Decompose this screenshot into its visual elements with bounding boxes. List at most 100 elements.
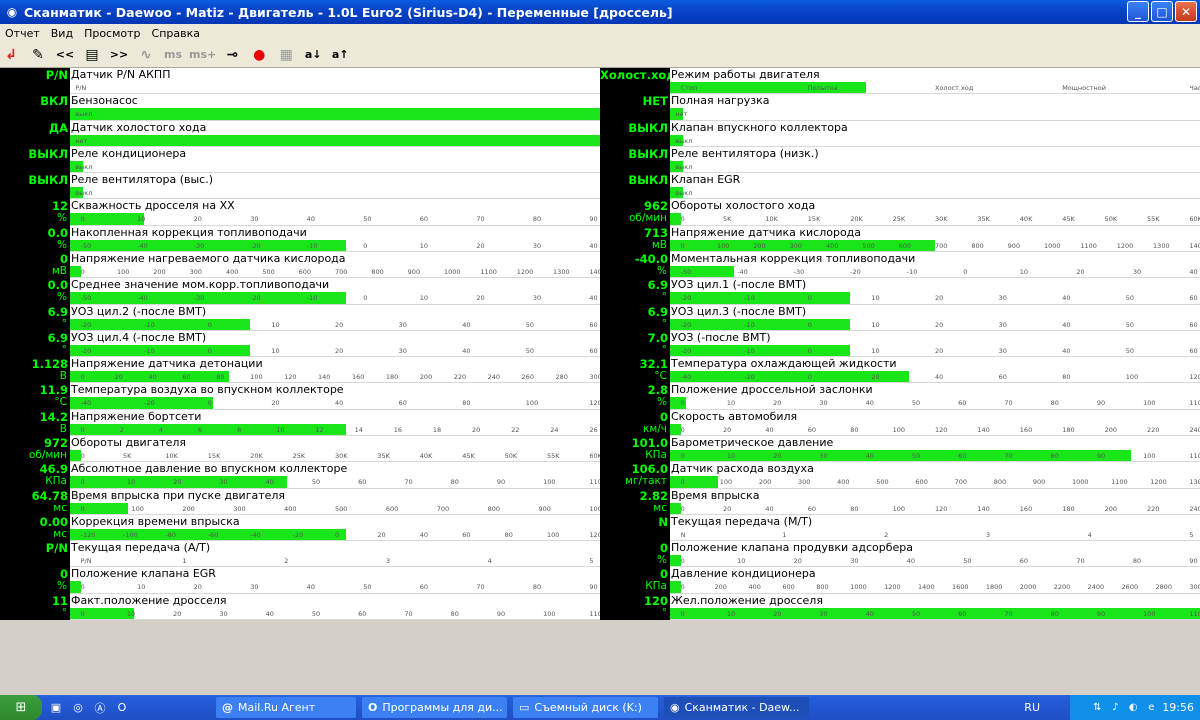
parameter-row[interactable]: 0.0% Накопленная коррекция топливоподачи -… xyxy=(0,225,600,252)
param-value: 101.0 xyxy=(600,436,670,450)
list-button[interactable]: ▤ xyxy=(81,44,103,66)
update-icon[interactable]: e xyxy=(1144,701,1158,715)
parameter-row[interactable]: 11.9 °C Температура воздуха во впускном ко… xyxy=(0,383,602,410)
scale-tick-label: 10K xyxy=(765,215,778,224)
parameter-row[interactable]: 1.128 В Напряжение датчика детонации 0 20 40 6… xyxy=(0,357,602,384)
param-bar: N 1 2 3 4 5 xyxy=(670,528,1200,542)
sort-up-button[interactable]: a↑ xyxy=(329,44,351,66)
parameter-row[interactable]: P/N Текущая передача (А/Т) P/N 1 2 3 4 5 xyxy=(0,541,600,568)
parameter-row[interactable]: 962 об/мин Обороты холостого хода 0 5K 10K 15K… xyxy=(600,199,1200,226)
ms-button[interactable]: ms xyxy=(162,44,184,66)
save-button[interactable]: ▦ xyxy=(275,44,297,66)
parameter-row[interactable]: 12% Скважность дросселя на ХХ 0 10 20 30 40 50 6… xyxy=(0,199,600,226)
menu-help[interactable]: Справка xyxy=(147,27,206,40)
ms-plus-button[interactable]: ms+ xyxy=(189,44,216,66)
param-value: 6.9 xyxy=(600,278,670,293)
show-desktop-icon[interactable]: ▣ xyxy=(48,700,64,716)
scale-tick-label: 80 xyxy=(1050,452,1059,460)
parameter-row[interactable]: ВКЛ Бензонасос выкл xyxy=(0,94,600,121)
report-button[interactable]: ✎ xyxy=(27,44,49,66)
scale-tick-label: 100 xyxy=(716,241,730,250)
scale-tick-label: 0 xyxy=(80,609,85,618)
parameter-row[interactable]: ВЫКЛ Клапан EGR выкл xyxy=(600,173,1200,200)
parameter-row[interactable]: 120 ° Жел.положение дросселя 0 10 20 30 40 50 60 7… xyxy=(600,593,1200,620)
param-bar: 0 20 40 60 80 100 120 140 160 180 200 220 240 xyxy=(670,423,1200,436)
parameter-row[interactable]: ДА Датчик холостого хода нет xyxy=(0,120,600,147)
parameter-row[interactable]: 0% Положение клапана продувки адсорбера 0 1… xyxy=(600,541,1200,568)
param-value: 6.9 xyxy=(0,304,70,319)
scale-tick-label: 80 xyxy=(504,530,513,539)
parameter-row[interactable]: 0.0% Среднее значение мом.корр.топливопод… xyxy=(0,278,600,305)
parameter-row[interactable]: 713 мВ Напряжение датчика кислорода 0 100 200… xyxy=(600,225,1200,252)
parameter-row[interactable]: 2.8% Положение дроссельной заслонки 0 10 20 3… xyxy=(600,383,1200,410)
sort-down-button[interactable]: a↓ xyxy=(302,44,324,66)
avast-icon[interactable]: Ⓐ xyxy=(92,700,108,716)
scale-tick-label: 400 xyxy=(825,241,839,250)
scale-tick-label: 8 xyxy=(237,425,242,434)
parameter-row[interactable]: 6.9 ° УОЗ цил.4 (-после ВМТ) -20 -10 0 10 20 30 4… xyxy=(0,330,600,358)
menu-browse[interactable]: Просмотр xyxy=(79,27,146,40)
parameter-row[interactable]: НЕТ Полная нагрузка нет xyxy=(600,94,1200,121)
record-button[interactable]: ● xyxy=(248,44,270,66)
parameter-row[interactable]: -40.0% Моментальная коррекция топливопода… xyxy=(600,252,1200,279)
network-icon[interactable]: ⇅ xyxy=(1090,701,1104,715)
param-scale: N 1 2 3 4 5 xyxy=(670,529,1200,540)
parameter-row[interactable]: 0.00 мс Коррекция времени впрыска -120 -100 -… xyxy=(0,514,602,542)
close-button[interactable]: ✕ xyxy=(1175,1,1197,22)
parameter-row[interactable]: ВЫКЛ Реле вентилятора (низк.) выкл xyxy=(600,146,1200,174)
parameter-row[interactable]: 6.9 ° УОЗ цил.2 (-после ВМТ) -20 -10 0 10 20 30 4… xyxy=(0,304,600,331)
parameter-row[interactable]: 106.0 мг/такт Датчик расхода воздуха 0 100 20… xyxy=(600,462,1200,489)
parameter-row[interactable]: 14.2 В Напряжение бортсети 0 2 4 6 8 10 12 14 16 18 2… xyxy=(0,409,600,436)
parameter-row[interactable]: 0% Положение клапана EGR 0 10 20 30 40 50 60 70 80… xyxy=(0,567,600,594)
language-indicator[interactable]: RU xyxy=(1024,695,1040,720)
parameter-row[interactable]: P/N Датчик P/N АКПП P/N xyxy=(0,68,600,95)
start-button[interactable]: ⊞ xyxy=(0,695,42,720)
security-icon[interactable]: ◐ xyxy=(1126,701,1140,715)
parameter-row[interactable]: Холост.ход Режим работы двигателя Стоп Попы… xyxy=(600,68,1200,95)
scale-tick-label: 1600 xyxy=(951,583,969,592)
next-button[interactable]: >> xyxy=(108,44,130,66)
taskbar-button[interactable]: O Программы для ди... xyxy=(362,697,507,718)
minimize-button[interactable]: _ xyxy=(1127,1,1149,22)
taskbar-button[interactable]: ◉ Сканматик - Daew... xyxy=(664,697,809,718)
chrome-icon[interactable]: ◎ xyxy=(70,700,86,716)
menu-view[interactable]: Вид xyxy=(46,27,79,40)
parameter-row[interactable]: 7.0 ° УОЗ (-после ВМТ) -20 -10 0 10 20 30 40 50 60 xyxy=(600,330,1200,358)
parameter-row[interactable]: 32.1 °C Температура охлаждающей жидкости -4… xyxy=(600,357,1200,384)
parameter-row[interactable]: 46.9 КПа Абсолютное давление во впускном к… xyxy=(0,462,602,489)
parameter-row[interactable]: 6.9 ° УОЗ цил.3 (-после ВМТ) -20 -10 0 10 20 30 4… xyxy=(600,304,1200,331)
parameter-row[interactable]: 2.82 мс Время впрыска 0 20 40 60 80 100 120 140 160… xyxy=(600,488,1200,515)
volume-icon[interactable]: ♪ xyxy=(1108,701,1122,715)
scale-tick-label: 60 xyxy=(1189,294,1198,303)
parameter-row[interactable]: 972 об/мин Обороты двигателя 0 5K 10K 15K 20K 25… xyxy=(0,436,602,463)
param-name: Датчик P/N АКПП xyxy=(70,68,600,82)
title-bar[interactable]: ◉ Сканматик - Daewoo - Matiz - Двигатель… xyxy=(0,0,1200,24)
parameter-row[interactable]: 0 км/ч Скорость автомобиля 0 20 40 60 80 100 120 1… xyxy=(600,409,1200,436)
graph-button[interactable]: ∿ xyxy=(135,44,157,66)
scale-tick-label: 40 xyxy=(765,425,774,434)
param-unit xyxy=(600,133,670,147)
connect-button[interactable]: ⊸ xyxy=(221,44,243,66)
parameter-row[interactable]: 0 мВ Напряжение нагреваемого датчика кисло… xyxy=(0,252,606,279)
scale-tick-label: 0 xyxy=(807,320,812,329)
parameter-row[interactable]: 0 КПа Давление кондиционера 0 200 400 600 800 10… xyxy=(600,567,1200,594)
maximize-button[interactable]: □ xyxy=(1151,1,1173,22)
parameter-row[interactable]: 64.78 мс Время впрыска при пуске двигателя… xyxy=(0,488,606,515)
opera-quicklaunch-icon[interactable]: O xyxy=(114,700,130,716)
scale-tick-label: 0 xyxy=(807,346,812,355)
parameter-row[interactable]: ВЫКЛ Реле вентилятора (выс.) выкл xyxy=(0,173,600,200)
parameter-row[interactable]: 6.9 ° УОЗ цил.1 (-после ВМТ) -20 -10 0 10 20 30 4… xyxy=(600,278,1200,305)
param-value: 14.2 xyxy=(0,409,70,424)
parameter-row[interactable]: N Текущая передача (М/Т) N 1 2 3 4 5 xyxy=(600,514,1200,542)
prev-button[interactable]: << xyxy=(54,44,76,66)
parameter-row[interactable]: ВЫКЛ Реле кондиционера выкл xyxy=(0,146,600,174)
menu-report[interactable]: Отчет xyxy=(0,27,46,40)
param-value: N xyxy=(600,514,670,529)
parameter-row[interactable]: 11 ° Факт.положение дросселя 0 10 20 30 40 50 60 7… xyxy=(0,593,602,620)
exit-button[interactable]: ↲ xyxy=(0,44,22,66)
clock[interactable]: 19:56 xyxy=(1162,701,1194,714)
taskbar-button[interactable]: @ Mail.Ru Агент xyxy=(216,697,356,718)
taskbar-button[interactable]: ▭ Съемный диск (K:) xyxy=(513,697,658,718)
parameter-row[interactable]: 101.0 КПа Барометрическое давление 0 10 20 30 4… xyxy=(600,436,1200,463)
parameter-row[interactable]: ВЫКЛ Клапан впускного коллектора выкл xyxy=(600,120,1200,147)
